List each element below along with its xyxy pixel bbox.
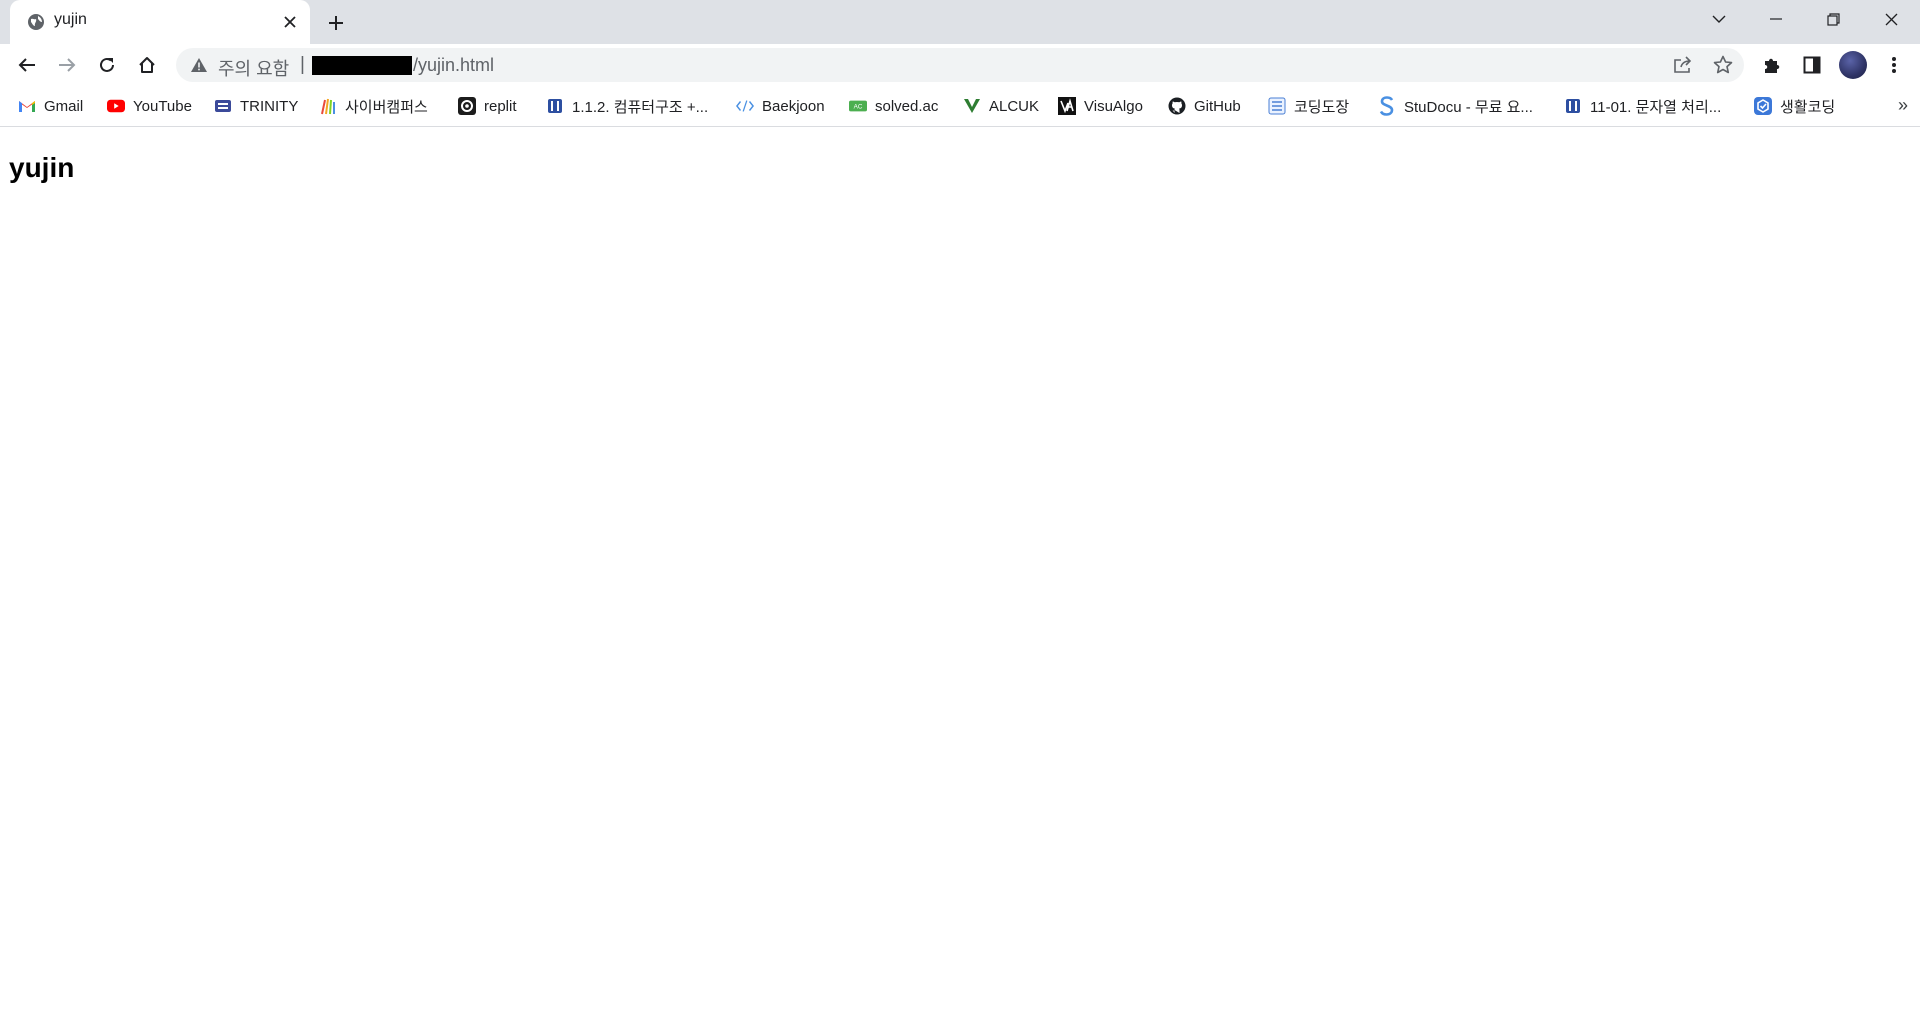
bookmark-codingdojang[interactable]: 코딩도장	[1268, 94, 1349, 118]
tab-search-chevron-down-icon[interactable]	[1690, 0, 1748, 38]
bookmark-label: GitHub	[1194, 97, 1241, 115]
tab-title: yujin	[54, 11, 87, 28]
address-separator: |	[300, 54, 305, 75]
book-icon	[1564, 97, 1582, 115]
bookmark-label: Baekjoon	[762, 97, 825, 115]
code-icon	[736, 97, 754, 115]
url-text[interactable]: /yujin.html	[413, 55, 494, 76]
bookmark-label: YouTube	[133, 97, 192, 115]
reload-icon[interactable]	[92, 50, 122, 80]
github-icon	[1168, 97, 1186, 115]
youtube-icon	[107, 97, 125, 115]
security-warning-label[interactable]: 주의 요함	[218, 55, 289, 81]
bookmark-alcuk[interactable]: ALCUK	[963, 94, 1039, 118]
tab-yujin[interactable]: yujin	[10, 0, 310, 44]
forward-arrow-icon[interactable]	[52, 50, 82, 80]
visualgo-icon	[1058, 97, 1076, 115]
new-tab-button[interactable]	[322, 9, 350, 37]
bookmark-youtube[interactable]: YouTube	[107, 94, 192, 118]
page-heading: yujin	[9, 152, 75, 183]
restore-icon[interactable]	[1804, 0, 1862, 38]
bookmark-label: 코딩도장	[1294, 98, 1350, 116]
bookmark-label: 사이버캠퍼스	[345, 98, 428, 116]
bookmark-label: TRINITY	[240, 97, 299, 115]
close-tab-icon[interactable]	[280, 12, 300, 32]
bookmark-replit[interactable]: replit	[458, 94, 517, 118]
warning-icon[interactable]	[190, 57, 208, 73]
bookmark-string-processing[interactable]: 11-01. 문자열 처리...	[1564, 94, 1721, 118]
opentutorials-icon	[1754, 97, 1772, 115]
bookmark-cybercampus[interactable]: 사이버캠퍼스	[319, 94, 428, 118]
bookmark-trinity[interactable]: TRINITY	[214, 94, 298, 118]
redacted-host	[312, 56, 412, 75]
cybercampus-icon	[319, 97, 337, 115]
bookmark-label: replit	[484, 97, 517, 115]
bookmark-label: StuDocu - 무료 요...	[1404, 98, 1533, 116]
profile-avatar[interactable]	[1839, 51, 1867, 79]
bookmark-computer-architecture[interactable]: 1.1.2. 컴퓨터구조 +...	[546, 94, 708, 118]
side-panel-icon[interactable]	[1797, 50, 1827, 80]
bookmark-label: ALCUK	[989, 97, 1040, 115]
minimize-icon[interactable]	[1747, 0, 1805, 38]
bookmark-gmail[interactable]: Gmail	[18, 94, 83, 118]
bookmark-label: 11-01. 문자열 처리...	[1590, 98, 1722, 116]
more-bookmarks-button[interactable]: »	[1898, 95, 1908, 116]
bookmark-baekjoon[interactable]: Baekjoon	[736, 94, 825, 118]
alcuk-icon	[963, 97, 981, 115]
bookmark-studocu[interactable]: StuDocu - 무료 요...	[1378, 94, 1533, 118]
globe-icon	[27, 13, 45, 31]
home-icon[interactable]	[132, 50, 162, 80]
bookmark-github[interactable]: GitHub	[1168, 94, 1241, 118]
bookmarks-bar: Gmail YouTube TRINITY 사이버캠퍼스 replit 1.1.…	[0, 86, 1920, 127]
svg-text:AC: AC	[854, 104, 863, 111]
studocu-icon	[1378, 96, 1396, 116]
bookmark-solvedac[interactable]: AC solved.ac	[849, 94, 938, 118]
star-bookmark-icon[interactable]	[1712, 54, 1734, 76]
tab-strip: yujin	[0, 0, 1920, 44]
trinity-icon	[214, 97, 232, 115]
replit-icon	[458, 97, 476, 115]
back-arrow-icon[interactable]	[12, 50, 42, 80]
address-bar[interactable]: 주의 요함 | /yujin.html	[176, 48, 1744, 82]
bookmark-label: 1.1.2. 컴퓨터구조 +...	[572, 98, 709, 116]
bookmark-label: 생활코딩	[1780, 98, 1836, 116]
close-window-icon[interactable]	[1862, 0, 1920, 38]
gmail-icon	[18, 97, 36, 115]
book-icon	[546, 97, 564, 115]
bookmark-visualgo[interactable]: VisuAlgo	[1058, 94, 1143, 118]
bookmark-opentutorials[interactable]: 생활코딩	[1754, 94, 1835, 118]
bookmark-label: Gmail	[44, 97, 84, 115]
solvedac-icon: AC	[849, 97, 867, 115]
toolbar: 주의 요함 | /yujin.html	[0, 44, 1920, 86]
bookmark-label: VisuAlgo	[1084, 97, 1143, 115]
bookmark-label: solved.ac	[875, 97, 939, 115]
kebab-menu-icon[interactable]	[1879, 50, 1909, 80]
share-icon[interactable]	[1672, 54, 1694, 76]
extensions-puzzle-icon[interactable]	[1757, 50, 1787, 80]
codingdojang-icon	[1268, 97, 1286, 115]
